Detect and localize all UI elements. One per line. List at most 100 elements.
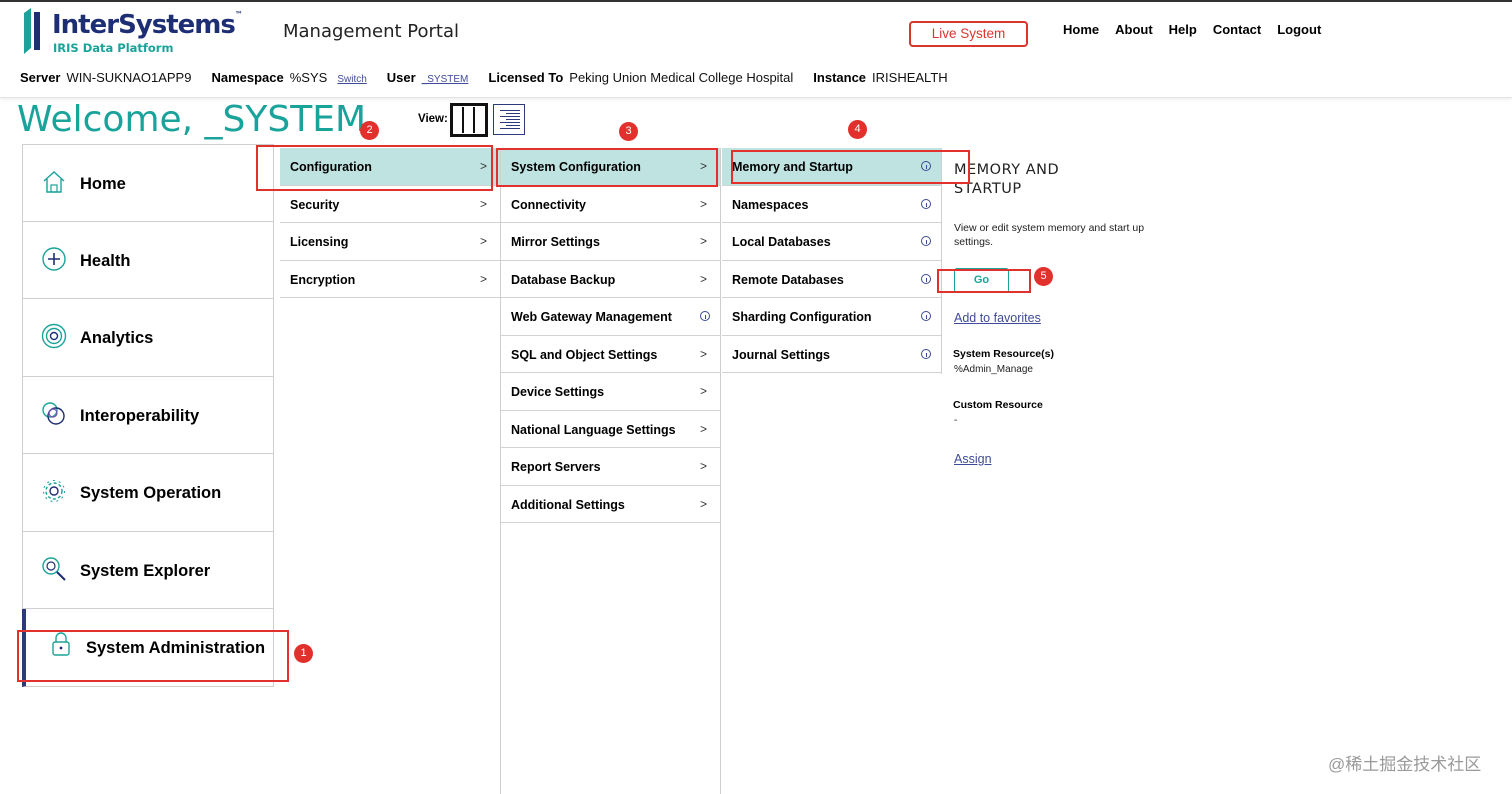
add-to-favorites-link[interactable]: Add to favorites — [954, 311, 1041, 325]
menu-item-namespaces[interactable]: Namespaces — [722, 185, 941, 223]
annotation-number-2: 2 — [360, 121, 379, 140]
portal-header: InterSystems™ IRIS Data Platform Managem… — [0, 2, 1512, 98]
columns-view-button[interactable] — [450, 103, 488, 137]
main-menu-label: Analytics — [80, 329, 154, 347]
menu-item-mirror-settings[interactable]: Mirror Settings > — [501, 223, 720, 261]
home-icon — [43, 171, 65, 193]
analytics-icon — [41, 323, 67, 349]
main-menu-health[interactable]: Health — [22, 221, 274, 299]
main-menu-system-operation[interactable]: System Operation — [22, 454, 274, 532]
menu-item-web-gateway-management[interactable]: Web Gateway Management — [501, 298, 720, 336]
info-icon[interactable] — [921, 348, 931, 359]
intersystems-logo[interactable]: InterSystems™ IRIS Data Platform — [24, 8, 243, 58]
watermark: @稀土掘金技术社区 — [1328, 755, 1482, 774]
chevron-right-icon: > — [699, 496, 707, 511]
chevron-right-icon: > — [699, 384, 707, 398]
main-menu-label: Health — [80, 251, 131, 270]
menu-item-device-settings[interactable]: Device Settings > — [501, 373, 720, 411]
assign-link[interactable]: Assign — [954, 452, 992, 466]
top-navigation: Home About Help Contact Logout — [1063, 22, 1321, 37]
annotation-number-5: 5 — [1034, 267, 1053, 286]
detail-description: View or edit system memory and start up … — [954, 222, 1145, 248]
user-link[interactable]: _SYSTEM — [422, 74, 469, 85]
submenu-level-2: System Configuration > Connectivity > Mirr… — [501, 148, 720, 523]
namespace-label: Namespace — [211, 70, 284, 85]
menu-item-label: Security — [290, 197, 340, 212]
nav-about-link[interactable]: About — [1115, 22, 1153, 37]
menu-item-sharding-configuration[interactable]: Sharding Configuration — [722, 298, 941, 336]
menu-item-label: Device Settings — [511, 385, 605, 399]
info-icon[interactable] — [921, 273, 931, 284]
main-menu-interoperability[interactable]: Interoperability — [22, 376, 274, 454]
main-menu: Home Health Analytics Interoperability S… — [22, 144, 274, 687]
menu-item-label: Mirror Settings — [511, 235, 600, 249]
menu-item-label: Database Backup — [511, 272, 616, 287]
info-icon[interactable] — [921, 198, 931, 209]
menu-item-remote-databases[interactable]: Remote Databases — [722, 260, 941, 298]
menu-item-licensing[interactable]: Licensing > — [280, 223, 500, 261]
logo-subtitle: IRIS Data Platform — [53, 41, 174, 55]
nav-contact-link[interactable]: Contact — [1213, 22, 1261, 37]
menu-item-label: Connectivity — [511, 197, 587, 212]
chevron-right-icon: > — [699, 234, 707, 248]
menu-item-additional-settings[interactable]: Additional Settings > — [501, 485, 720, 523]
list-view-button[interactable] — [493, 104, 525, 135]
custom-resource-label: Custom Resource — [953, 399, 1043, 411]
info-icon[interactable] — [921, 236, 931, 246]
server-label: Server — [20, 70, 61, 85]
menu-item-label: Encryption — [290, 272, 356, 287]
gear-icon — [43, 480, 65, 502]
main-menu-home[interactable]: Home — [22, 144, 274, 222]
namespace-value: %SYS — [289, 70, 328, 85]
annotation-box-4 — [731, 150, 970, 184]
menu-item-security[interactable]: Security > — [280, 185, 500, 223]
menu-item-label: Report Servers — [511, 460, 601, 474]
chevron-right-icon: > — [699, 421, 707, 436]
annotation-box-1 — [17, 630, 289, 682]
annotation-number-4: 4 — [848, 120, 867, 139]
menu-item-national-language-settings[interactable]: National Language Settings > — [501, 410, 720, 448]
annotation-number-3: 3 — [619, 122, 638, 141]
column-divider — [720, 148, 721, 794]
nav-logout-link[interactable]: Logout — [1277, 22, 1321, 37]
health-icon — [42, 246, 66, 271]
portal-title: Management Portal — [283, 21, 460, 42]
chevron-right-icon: > — [479, 271, 487, 286]
menu-item-label: Sharding Configuration — [732, 310, 872, 324]
welcome-title: Welcome, _SYSTEM — [17, 99, 367, 140]
annotation-box-2 — [256, 145, 493, 191]
system-resource-value: %Admin_Manage — [954, 364, 1033, 375]
info-icon[interactable] — [700, 311, 710, 321]
menu-item-label: Web Gateway Management — [511, 310, 672, 324]
menu-item-report-servers[interactable]: Report Servers > — [501, 448, 720, 486]
server-value: WIN-SUKNAO1APP9 — [66, 70, 192, 85]
main-menu-label: Home — [80, 175, 126, 193]
logo-mark-icon — [24, 8, 40, 54]
menu-item-label: Journal Settings — [732, 347, 830, 362]
info-bar: Server WIN-SUKNAO1APP9 Namespace %SYS Sw… — [20, 70, 968, 85]
menu-item-label: SQL and Object Settings — [511, 347, 658, 362]
chevron-right-icon: > — [699, 271, 707, 286]
menu-item-local-databases[interactable]: Local Databases — [722, 223, 941, 261]
info-icon[interactable] — [921, 311, 931, 321]
menu-item-encryption[interactable]: Encryption > — [280, 260, 500, 298]
chevron-right-icon: > — [699, 459, 707, 473]
menu-item-database-backup[interactable]: Database Backup > — [501, 260, 720, 298]
annotation-number-1: 1 — [294, 644, 313, 663]
chevron-right-icon: > — [479, 196, 487, 211]
chevron-right-icon: > — [699, 196, 707, 211]
switch-namespace-link[interactable]: Switch — [337, 74, 366, 85]
chevron-right-icon: > — [699, 346, 707, 361]
menu-item-label: National Language Settings — [511, 422, 676, 437]
custom-resource-value: - — [954, 415, 958, 426]
nav-help-link[interactable]: Help — [1169, 22, 1197, 37]
menu-item-journal-settings[interactable]: Journal Settings — [722, 335, 941, 373]
nav-home-link[interactable]: Home — [1063, 22, 1099, 37]
menu-item-label: Namespaces — [732, 197, 809, 212]
menu-item-sql-and-object-settings[interactable]: SQL and Object Settings > — [501, 335, 720, 373]
view-label: View: — [418, 113, 448, 125]
main-menu-system-explorer[interactable]: System Explorer — [22, 531, 274, 609]
main-menu-analytics[interactable]: Analytics — [22, 299, 274, 377]
menu-item-label: Licensing — [290, 235, 349, 249]
menu-item-connectivity[interactable]: Connectivity > — [501, 185, 720, 223]
